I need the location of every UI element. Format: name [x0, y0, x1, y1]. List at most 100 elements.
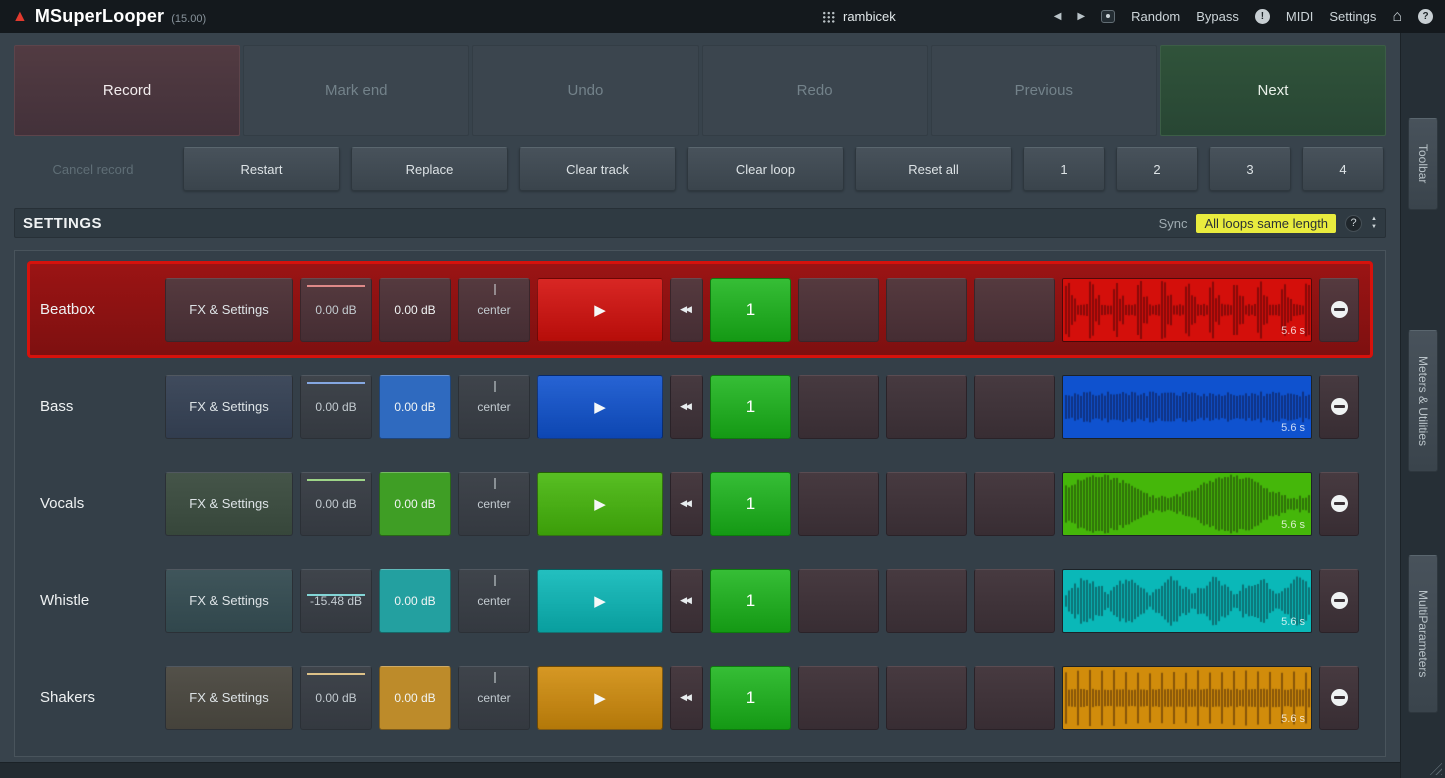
play-button[interactable]: ▶	[537, 568, 663, 633]
waveform-display[interactable]: 5.6 s	[1062, 471, 1312, 536]
loop-slot-3-button[interactable]	[886, 471, 967, 536]
remove-track-button[interactable]	[1319, 277, 1359, 342]
toolbar-small-button[interactable]: 1	[1023, 147, 1105, 191]
waveform-display[interactable]: 5.6 s	[1062, 665, 1312, 730]
volume-slider[interactable]	[307, 593, 365, 596]
toolbar-big-button[interactable]: Redo	[701, 45, 928, 136]
loop-slot-2-button[interactable]	[798, 665, 879, 730]
play-button[interactable]: ▶	[537, 277, 663, 342]
sync-mode-dropdown[interactable]: All loops same length	[1196, 213, 1337, 233]
waveform-display[interactable]: 5.6 s	[1062, 277, 1312, 342]
sidebar-tab[interactable]: Toolbar	[1408, 118, 1438, 210]
send-field[interactable]: 0.00 dB	[379, 568, 451, 633]
rewind-button[interactable]: ◀◀	[670, 374, 703, 439]
loop-slot-1-button[interactable]: 1	[710, 568, 791, 633]
loop-slot-4-button[interactable]	[974, 568, 1055, 633]
loop-slot-4-button[interactable]	[974, 665, 1055, 730]
toolbar-big-button[interactable]: Mark end	[243, 45, 470, 136]
resize-grip[interactable]	[1428, 761, 1442, 775]
snapshot-icon[interactable]	[1101, 10, 1116, 23]
loop-slot-3-button[interactable]	[886, 568, 967, 633]
loop-slot-2-button[interactable]	[798, 568, 879, 633]
loop-slot-3-button[interactable]	[886, 277, 967, 342]
toolbar-big-button[interactable]: Record	[14, 45, 241, 136]
settings-button[interactable]: Settings	[1329, 9, 1376, 24]
remove-track-button[interactable]	[1319, 374, 1359, 439]
play-button[interactable]: ▶	[537, 471, 663, 536]
prev-preset-icon[interactable]: ◀	[1054, 11, 1062, 22]
pan-field[interactable]: center	[458, 471, 530, 536]
toolbar-small-button[interactable]: Clear track	[519, 147, 676, 191]
pan-field[interactable]: center	[458, 568, 530, 633]
toolbar-small-button[interactable]: Reset all	[855, 147, 1012, 191]
loop-slot-1-button[interactable]: 1	[710, 374, 791, 439]
panic-icon[interactable]: !	[1254, 9, 1270, 24]
home-icon[interactable]: ⌂	[1392, 8, 1402, 26]
rewind-button[interactable]: ◀◀	[670, 471, 703, 536]
toolbar-small-button[interactable]: Replace	[351, 147, 508, 191]
fx-settings-button[interactable]: FX & Settings	[165, 665, 293, 730]
sidebar-tab[interactable]: MultiParameters	[1408, 555, 1438, 713]
loop-slot-1-button[interactable]: 1	[710, 471, 791, 536]
fx-settings-button[interactable]: FX & Settings	[165, 374, 293, 439]
loop-slot-4-button[interactable]	[974, 471, 1055, 536]
preset-selector[interactable]: rambicek	[822, 0, 896, 33]
volume-field[interactable]: 0.00 dB	[300, 374, 372, 439]
rewind-button[interactable]: ◀◀	[670, 665, 703, 730]
send-field[interactable]: 0.00 dB	[379, 374, 451, 439]
fx-settings-button[interactable]: FX & Settings	[165, 471, 293, 536]
spinner-down-icon[interactable]: ▼	[1371, 224, 1377, 230]
loop-slot-2-button[interactable]	[798, 277, 879, 342]
loop-slot-3-button[interactable]	[886, 374, 967, 439]
rewind-button[interactable]: ◀◀	[670, 277, 703, 342]
pan-field[interactable]: center	[458, 374, 530, 439]
loop-slot-4-button[interactable]	[974, 374, 1055, 439]
sync-spinner[interactable]: ▲ ▼	[1371, 216, 1377, 230]
volume-field[interactable]: 0.00 dB	[300, 471, 372, 536]
pan-field[interactable]: center	[458, 665, 530, 730]
volume-field[interactable]: 0.00 dB	[300, 665, 372, 730]
loop-slot-2-button[interactable]	[798, 471, 879, 536]
remove-track-button[interactable]	[1319, 568, 1359, 633]
send-field[interactable]: 0.00 dB	[379, 665, 451, 730]
bypass-button[interactable]: Bypass	[1196, 9, 1239, 24]
toolbar-small-button[interactable]: 4	[1302, 147, 1384, 191]
remove-track-button[interactable]	[1319, 471, 1359, 536]
toolbar-small-button[interactable]: 2	[1116, 147, 1198, 191]
spinner-up-icon[interactable]: ▲	[1371, 216, 1377, 222]
fx-settings-button[interactable]: FX & Settings	[165, 568, 293, 633]
melda-logo-icon[interactable]: ▲	[12, 8, 28, 25]
play-button[interactable]: ▶	[537, 665, 663, 730]
toolbar-small-button[interactable]: Clear loop	[687, 147, 844, 191]
sidebar-tab[interactable]: Meters & Utilities	[1408, 330, 1438, 472]
track-name[interactable]: Bass	[30, 398, 158, 415]
volume-field[interactable]: -15.48 dB	[300, 568, 372, 633]
track-name[interactable]: Vocals	[30, 495, 158, 512]
play-button[interactable]: ▶	[537, 374, 663, 439]
toolbar-small-button[interactable]: Restart	[183, 147, 340, 191]
send-field[interactable]: 0.00 dB	[379, 471, 451, 536]
rewind-button[interactable]: ◀◀	[670, 568, 703, 633]
remove-track-button[interactable]	[1319, 665, 1359, 730]
toolbar-small-button[interactable]: 3	[1209, 147, 1291, 191]
fx-settings-button[interactable]: FX & Settings	[165, 277, 293, 342]
help-icon[interactable]: ?	[1418, 9, 1433, 24]
next-preset-icon[interactable]: ▶	[1077, 11, 1085, 22]
send-field[interactable]: 0.00 dB	[379, 277, 451, 342]
track-name[interactable]: Beatbox	[30, 301, 158, 318]
toolbar-big-button[interactable]: Undo	[472, 45, 699, 136]
loop-slot-2-button[interactable]	[798, 374, 879, 439]
random-button[interactable]: Random	[1131, 9, 1180, 24]
waveform-display[interactable]: 5.6 s	[1062, 568, 1312, 633]
toolbar-big-button[interactable]: Previous	[930, 45, 1157, 136]
midi-button[interactable]: MIDI	[1286, 9, 1313, 24]
loop-slot-1-button[interactable]: 1	[710, 665, 791, 730]
loop-slot-1-button[interactable]: 1	[710, 277, 791, 342]
sync-help-icon[interactable]: ?	[1345, 214, 1363, 232]
track-name[interactable]: Whistle	[30, 592, 158, 609]
track-name[interactable]: Shakers	[30, 689, 158, 706]
toolbar-small-button[interactable]: Cancel record	[14, 147, 172, 191]
waveform-display[interactable]: 5.6 s	[1062, 374, 1312, 439]
volume-slider[interactable]	[307, 478, 365, 481]
toolbar-big-button[interactable]: Next	[1159, 45, 1387, 136]
